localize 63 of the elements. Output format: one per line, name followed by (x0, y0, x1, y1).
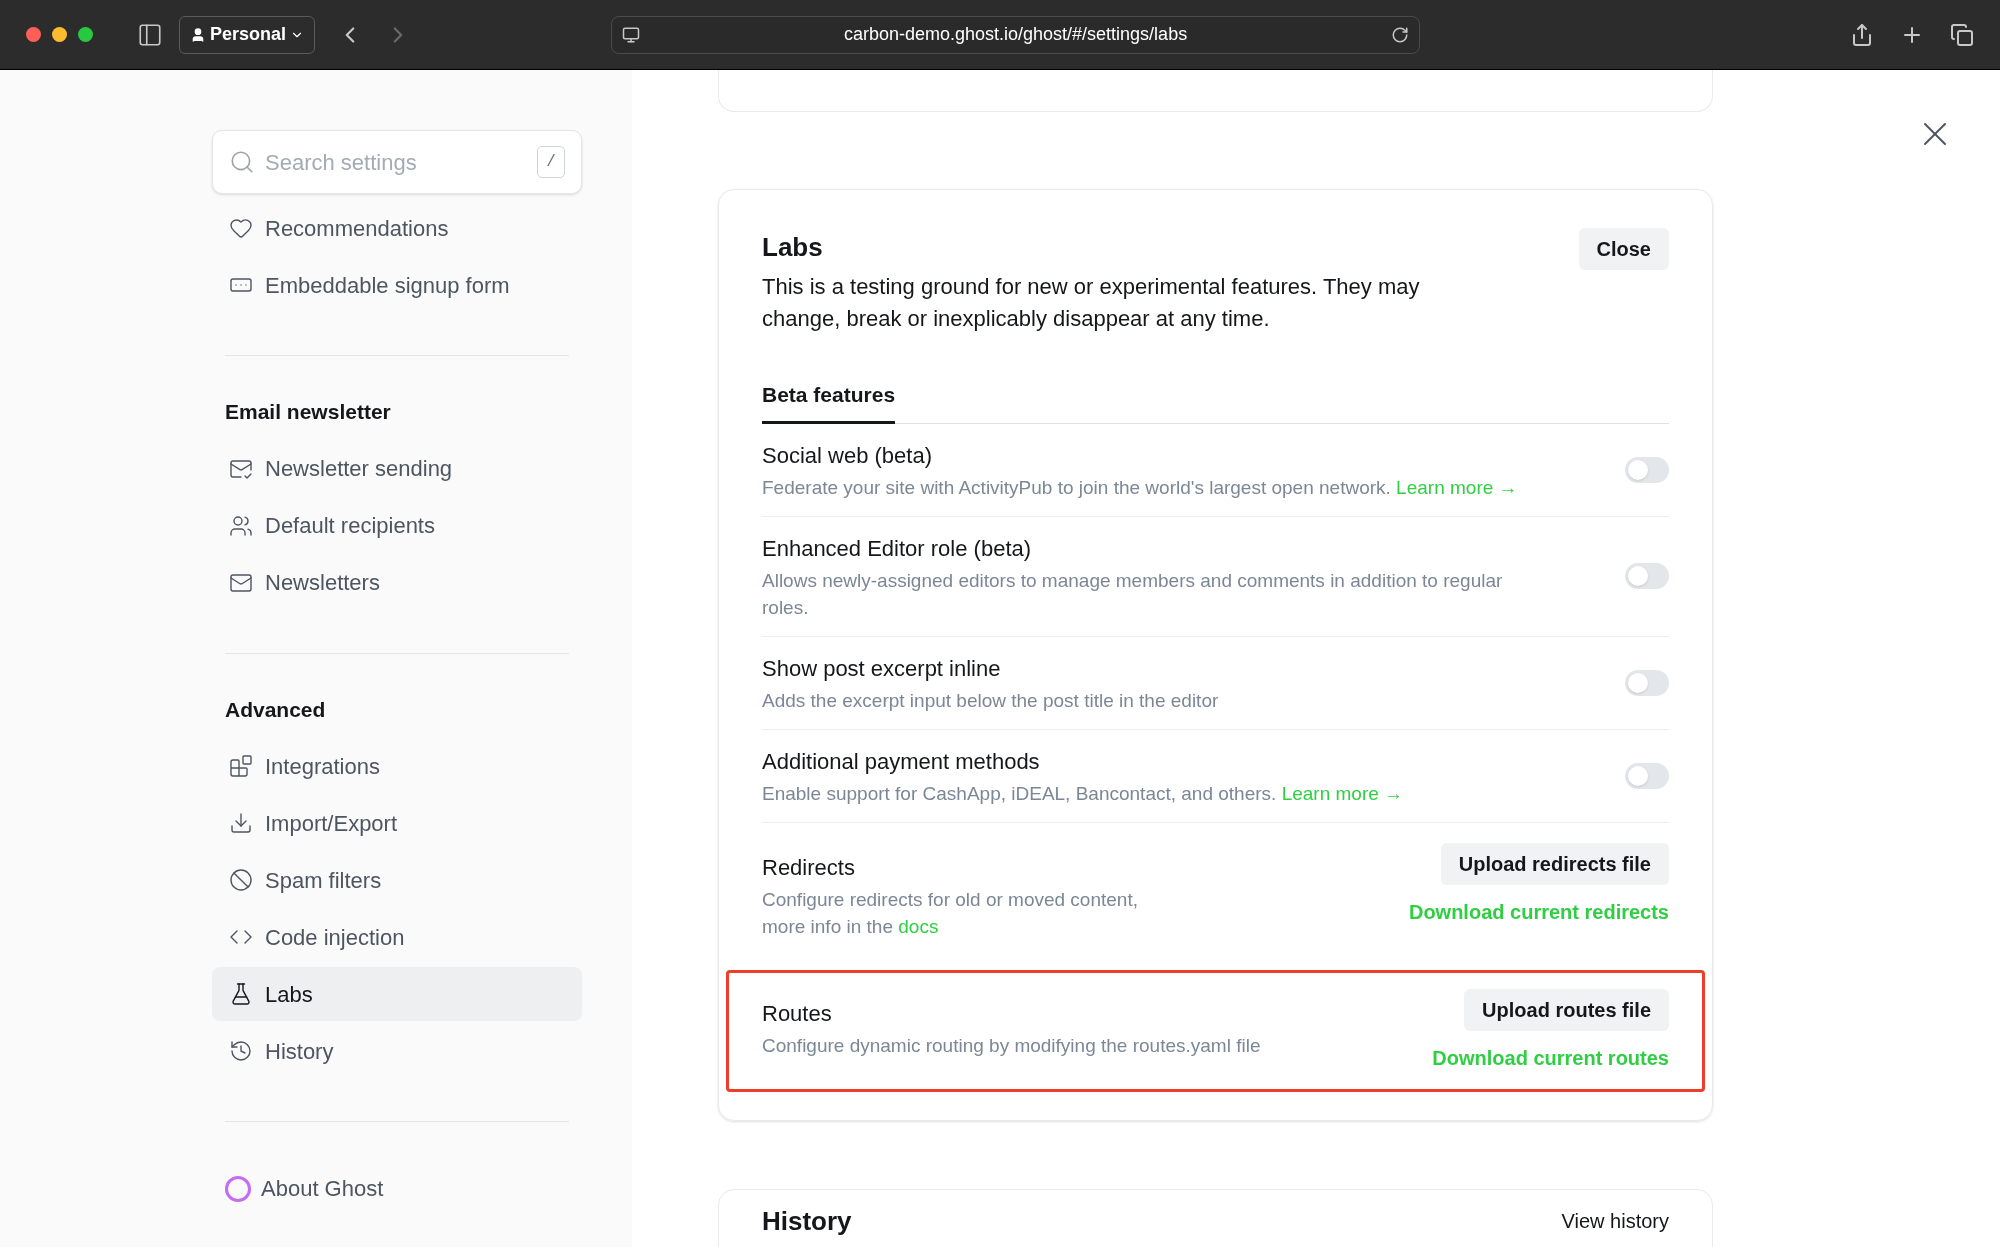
ban-icon (229, 868, 253, 892)
sidebar-item[interactable]: Newsletters (212, 555, 582, 610)
feature-description: more info in the docs (762, 914, 940, 939)
profile-button[interactable]: Personal (179, 15, 316, 54)
feature-description: Configure dynamic routing by modifying the routes.yaml file (762, 1033, 1262, 1058)
page-icon (622, 25, 641, 44)
download-icon (229, 811, 253, 835)
sidebar-toggle-icon[interactable] (137, 21, 163, 48)
feature-title: Show post excerpt inline (762, 654, 1002, 683)
url-text: carbon-demo.ghost.io/ghost/#/settings/labs (842, 23, 1189, 46)
upload-button[interactable]: Upload redirects file (1440, 842, 1669, 885)
toggle-switch[interactable] (1625, 669, 1669, 696)
feature-description: Federate your site with ActivityPub to join the world's largest open network. Learn more → (762, 475, 1519, 500)
maximize-window-icon[interactable] (78, 27, 93, 42)
address-bar[interactable]: carbon-demo.ghost.io/ghost/#/settings/labs (611, 15, 1421, 54)
sidebar-item[interactable]: Code injection (212, 910, 582, 964)
history-icon (229, 1039, 253, 1063)
sidebar-item[interactable]: History (212, 1024, 582, 1078)
sidebar-item[interactable]: Import/Export (212, 796, 582, 850)
sidebar-item[interactable]: Newsletter sending (212, 441, 582, 496)
feature-description: Adds the excerpt input below the post title in the editor (762, 688, 1220, 713)
feature-title: Social web (beta) (762, 441, 933, 470)
person-icon (190, 26, 206, 43)
search-icon (229, 149, 255, 175)
tab[interactable]: Beta features (762, 379, 896, 424)
heart-icon (229, 216, 253, 240)
share-icon[interactable] (1850, 22, 1874, 47)
users-icon (229, 513, 253, 538)
section-heading: Advanced (225, 696, 327, 723)
toggle-switch[interactable] (1625, 456, 1669, 483)
reload-icon[interactable] (1391, 25, 1410, 44)
blocks-icon (229, 754, 253, 778)
search-field[interactable]: Search settings (265, 145, 537, 179)
minimize-window-icon[interactable] (52, 27, 67, 42)
toggle-switch[interactable] (1625, 762, 1669, 789)
card-title: Labs (762, 231, 824, 264)
upload-button[interactable]: Upload routes file (1464, 988, 1669, 1031)
feature-description: Enable support for CashApp, iDEAL, Bancontact, and others. Learn more → (762, 781, 1405, 806)
feature-title: Additional payment methods (762, 747, 1041, 776)
about-link[interactable]: About Ghost (261, 1172, 384, 1205)
card-title: History (762, 1204, 852, 1238)
sidebar-item[interactable]: Recommendations (212, 201, 582, 255)
sidebar-item[interactable]: Embeddable signup form (212, 258, 582, 312)
sidebar-item[interactable]: Spam filters (212, 853, 582, 907)
feature-description: Allows newly-assigned editors to manage members and comments in addition to regular roles. (762, 568, 1504, 620)
sidebar-item[interactable]: Default recipients (212, 498, 582, 553)
section-heading: Email newsletter (225, 399, 392, 425)
feature-description: Configure redirects for old or moved content, (762, 887, 1139, 912)
feature-title: Enhanced Editor role (beta) (762, 534, 1033, 563)
search-box[interactable]: Search settings / (212, 130, 582, 194)
sidebar-item[interactable]: Integrations (212, 739, 582, 793)
card-description: This is a testing ground for new or experimental features. They may change, break or inexplicably disappear at any time. (762, 273, 1421, 333)
toggle-switch[interactable] (1625, 563, 1669, 589)
flask-icon (229, 982, 253, 1006)
shortcut-key: / (537, 146, 565, 178)
ring-logo-icon (225, 1175, 251, 1202)
view-history-link[interactable]: View history (1561, 1205, 1669, 1236)
close-window-icon[interactable] (26, 27, 41, 42)
close-button[interactable]: Close (1578, 228, 1669, 270)
sidebar-item[interactable]: Labs (212, 967, 582, 1021)
tabs-overview-icon[interactable] (1950, 22, 1974, 47)
feature-title: Redirects (762, 853, 856, 882)
feature-title: Routes (762, 999, 833, 1028)
